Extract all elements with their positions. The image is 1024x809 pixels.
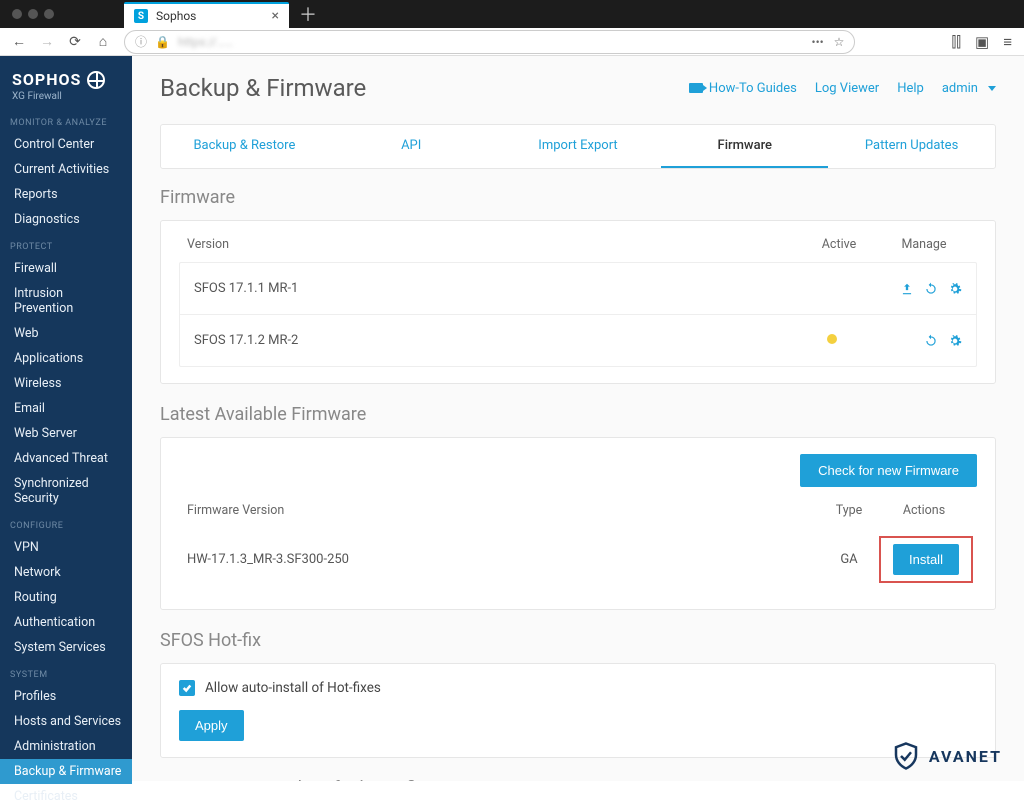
library-icon[interactable]: ⫿⫿ xyxy=(951,33,961,51)
favicon-icon: S xyxy=(134,9,148,23)
macos-window-controls[interactable] xyxy=(12,9,54,19)
sidebar-item-administration[interactable]: Administration xyxy=(0,734,132,759)
sidebar-toggle-icon[interactable]: ▣ xyxy=(975,33,989,51)
sidebar-item-network[interactable]: Network xyxy=(0,560,132,585)
globe-icon xyxy=(87,71,105,89)
nav-group-label: SYSTEM xyxy=(0,660,132,684)
check-firmware-button[interactable]: Check for new Firmware xyxy=(800,454,977,487)
log-viewer-link[interactable]: Log Viewer xyxy=(815,81,879,96)
menu-icon[interactable]: ≡ xyxy=(1003,33,1012,51)
sidebar-item-firewall[interactable]: Firewall xyxy=(0,256,132,281)
firmware-row: SFOS 17.1.2 MR-2 xyxy=(180,314,976,366)
section-title-firmware: Firmware xyxy=(160,187,996,208)
col-version: Version xyxy=(187,237,799,252)
install-button[interactable]: Install xyxy=(893,544,959,575)
reboot-icon[interactable] xyxy=(924,282,938,296)
sidebar-item-diagnostics[interactable]: Diagnostics xyxy=(0,207,132,232)
help-link[interactable]: Help xyxy=(897,81,924,96)
sidebar-item-web[interactable]: Web xyxy=(0,321,132,346)
sidebar-item-profiles[interactable]: Profiles xyxy=(0,684,132,709)
firmware-version: SFOS 17.1.1 MR-1 xyxy=(194,281,792,296)
available-firmware-row: HW-17.1.3_MR-3.SF300-250 GA Install xyxy=(179,526,977,593)
sidebar: SOPHOS XG Firewall MONITOR & ANALYZE Con… xyxy=(0,56,132,781)
window-min-dot[interactable] xyxy=(28,9,38,19)
brand-text: SOPHOS xyxy=(12,70,81,89)
sidebar-item-vpn[interactable]: VPN xyxy=(0,535,132,560)
browser-tab[interactable]: S Sophos × xyxy=(124,2,289,28)
tab-pattern-updates[interactable]: Pattern Updates xyxy=(828,125,995,168)
col-fw-version: Firmware Version xyxy=(187,503,819,518)
sidebar-item-control-center[interactable]: Control Center xyxy=(0,132,132,157)
firmware-version: SFOS 17.1.2 MR-2 xyxy=(194,333,792,348)
active-dot-icon xyxy=(827,334,837,344)
col-active: Active xyxy=(799,237,879,252)
sidebar-item-web-server[interactable]: Web Server xyxy=(0,421,132,446)
user-menu[interactable]: admin xyxy=(942,81,996,96)
window-close-dot[interactable] xyxy=(12,9,22,19)
hotfix-apply-button[interactable]: Apply xyxy=(179,710,244,741)
watermark: AVANET xyxy=(891,741,1002,771)
sidebar-item-current-activities[interactable]: Current Activities xyxy=(0,157,132,182)
sidebar-item-system-services[interactable]: System Services xyxy=(0,635,132,660)
gear-icon[interactable] xyxy=(948,334,962,348)
col-manage: Manage xyxy=(879,237,969,252)
nav-group-label: PROTECT xyxy=(0,232,132,256)
window-max-dot[interactable] xyxy=(44,9,54,19)
tab-backup-restore[interactable]: Backup & Restore xyxy=(161,125,328,168)
col-actions: Actions xyxy=(879,503,969,518)
hotfix-checkbox-label: Allow auto-install of Hot-fixes xyxy=(205,680,381,696)
home-button[interactable]: ⌂ xyxy=(92,31,114,53)
col-type: Type xyxy=(819,503,879,518)
sidebar-item-intrusion-prevention[interactable]: Intrusion Prevention xyxy=(0,281,132,321)
camera-icon xyxy=(689,83,703,93)
firmware-active-cell xyxy=(792,333,872,348)
brand-sub: XG Firewall xyxy=(12,91,120,102)
forward-button[interactable]: → xyxy=(36,31,58,53)
hotfix-autoinstall-checkbox[interactable] xyxy=(179,680,195,696)
new-tab-button[interactable]: ＋ xyxy=(299,1,317,27)
howto-guides-link[interactable]: How-To Guides xyxy=(689,81,797,96)
sidebar-item-synchronized-security[interactable]: Synchronized Security xyxy=(0,471,132,511)
brand-block: SOPHOS XG Firewall xyxy=(0,66,132,108)
sidebar-item-certificates[interactable]: Certificates xyxy=(0,784,132,809)
sidebar-item-authentication[interactable]: Authentication xyxy=(0,610,132,635)
available-firmware-version: HW-17.1.3_MR-3.SF300-250 xyxy=(187,552,819,567)
nav-group-label: MONITOR & ANALYZE xyxy=(0,108,132,132)
site-info-icon[interactable]: ⓘ xyxy=(135,33,147,50)
available-firmware-type: GA xyxy=(819,552,879,567)
bookmark-star-icon[interactable]: ☆ xyxy=(834,35,845,49)
sidebar-item-wireless[interactable]: Wireless xyxy=(0,371,132,396)
sidebar-item-hosts-services[interactable]: Hosts and Services xyxy=(0,709,132,734)
tab-firmware[interactable]: Firmware xyxy=(661,125,828,168)
tab-import-export[interactable]: Import Export xyxy=(495,125,662,168)
back-button[interactable]: ← xyxy=(8,31,30,53)
install-highlight: Install xyxy=(879,536,973,583)
upload-icon[interactable] xyxy=(900,282,914,296)
gear-icon[interactable] xyxy=(948,282,962,296)
page-title: Backup & Firmware xyxy=(160,74,366,102)
sidebar-item-applications[interactable]: Applications xyxy=(0,346,132,371)
tab-close-icon[interactable]: × xyxy=(272,8,279,24)
tab-title: Sophos xyxy=(156,9,196,23)
url-text: https://…… xyxy=(178,35,233,49)
sidebar-item-email[interactable]: Email xyxy=(0,396,132,421)
firmware-row: SFOS 17.1.1 MR-1 xyxy=(180,263,976,314)
lock-icon: 🔒 xyxy=(155,35,170,49)
sidebar-item-advanced-threat[interactable]: Advanced Threat xyxy=(0,446,132,471)
chevron-down-icon xyxy=(988,86,996,91)
sidebar-item-routing[interactable]: Routing xyxy=(0,585,132,610)
address-bar[interactable]: ⓘ 🔒 https://…… ••• ☆ xyxy=(124,30,855,54)
nav-group-label: CONFIGURE xyxy=(0,511,132,535)
section-title-latest: Latest Available Firmware xyxy=(160,404,996,425)
tab-api[interactable]: API xyxy=(328,125,495,168)
sidebar-item-backup-firmware[interactable]: Backup & Firmware xyxy=(0,759,132,784)
reload-button[interactable]: ⟳ xyxy=(64,31,86,53)
page-actions-icon[interactable]: ••• xyxy=(812,35,824,49)
section-title-hotfix: SFOS Hot-fix xyxy=(160,630,996,651)
reboot-icon[interactable] xyxy=(924,334,938,348)
sidebar-item-reports[interactable]: Reports xyxy=(0,182,132,207)
